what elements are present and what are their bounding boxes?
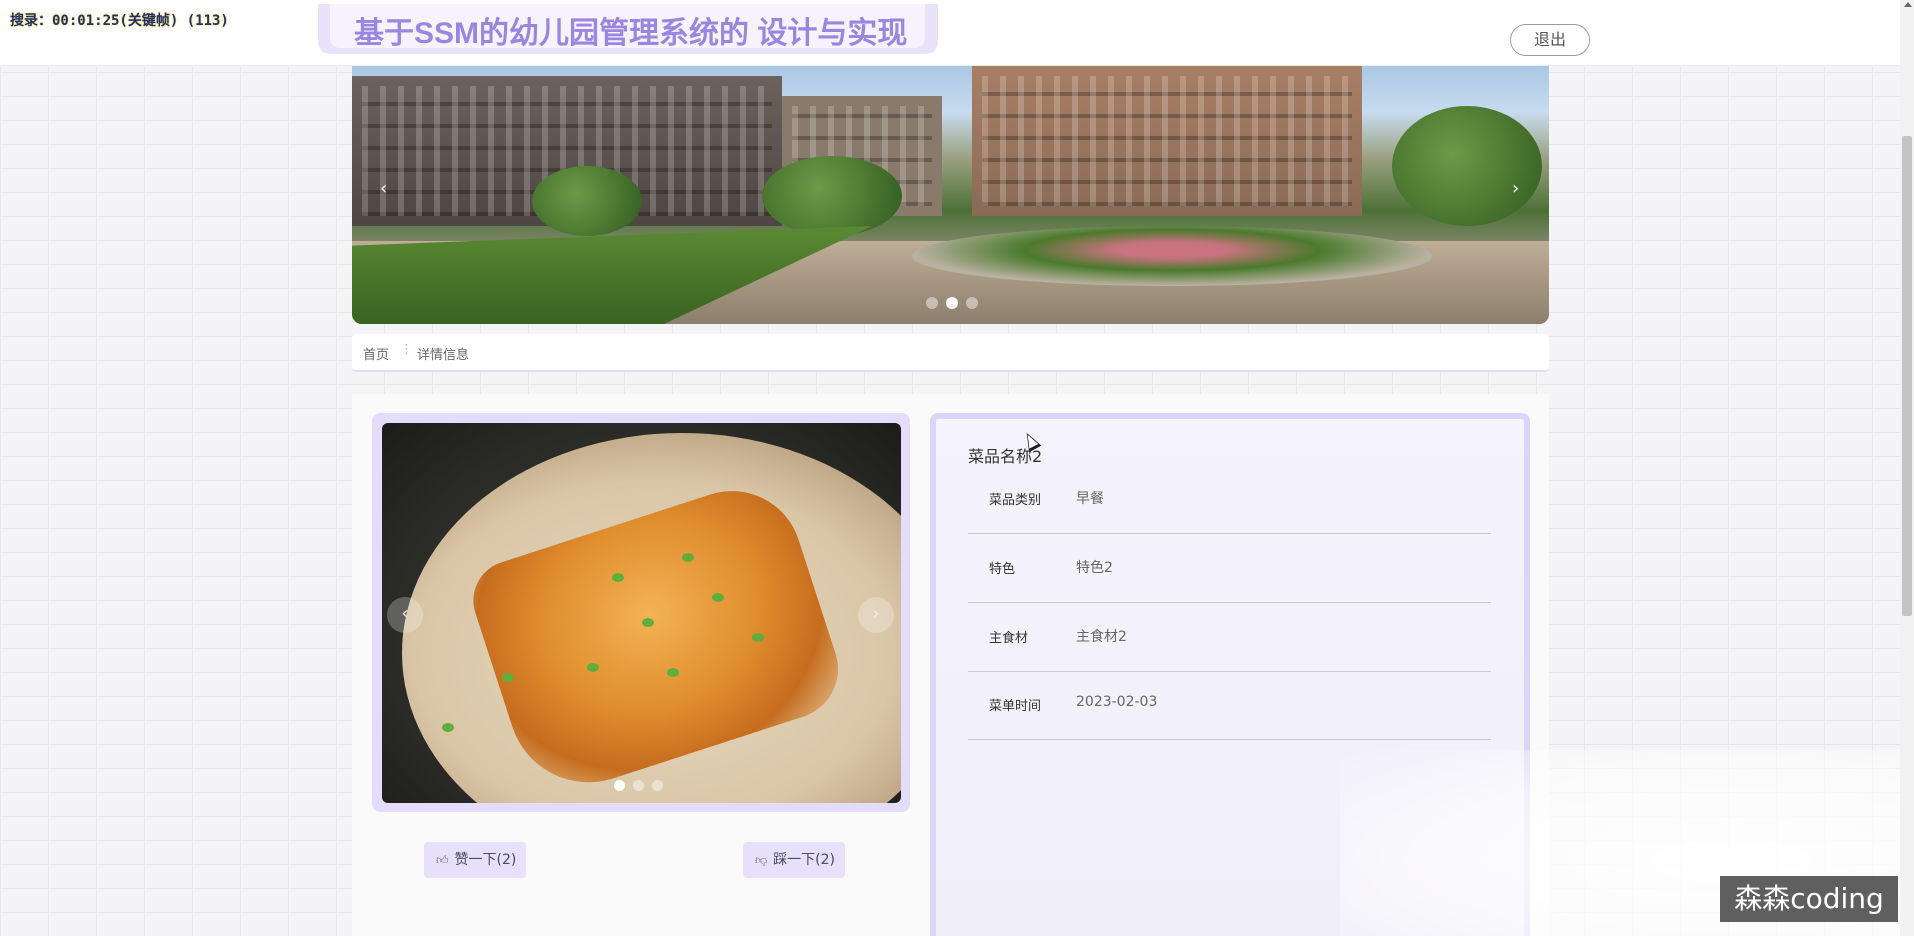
detail-label: 菜单时间 — [989, 699, 1042, 714]
detail-value: 2023-02-03 — [1076, 694, 1158, 710]
gallery-indicators — [614, 780, 663, 791]
dislike-button[interactable]: 👎︎ 踩一下(2) — [743, 842, 846, 878]
gallery-indicator-active[interactable] — [614, 780, 625, 791]
gallery-indicator[interactable] — [652, 780, 663, 791]
banner-indicator[interactable] — [966, 297, 978, 309]
detail-row: 特色 特色2 — [968, 534, 1491, 603]
detail-row: 主食材 主食材2 — [968, 603, 1491, 672]
garnish — [442, 723, 454, 732]
watermark: 森森coding — [1720, 876, 1898, 922]
gallery-indicator[interactable] — [633, 780, 644, 791]
detail-value: 主食材2 — [1076, 629, 1127, 645]
garnish — [502, 673, 514, 682]
detail-row: 菜品类别 早餐 — [968, 465, 1491, 534]
breadcrumb-separator-icon: ⋮ — [400, 342, 413, 357]
like-button[interactable]: 👍︎ 赞一下(2) — [424, 842, 527, 878]
dislike-label: 踩一下(2) — [773, 852, 836, 868]
breadcrumb: 首页 ⋮ 详情信息 — [352, 334, 1549, 372]
detail-label: 特色 — [989, 562, 1016, 577]
thumbs-down-icon: 👎︎ — [755, 853, 768, 867]
hero-carousel: ‹ › — [352, 66, 1549, 324]
banner-tree — [1392, 106, 1542, 226]
garnish — [682, 553, 694, 562]
banner-flower-bed — [912, 226, 1432, 286]
title-frame: 基于SSM的幼儿园管理系统的 设计与实现 — [318, 4, 938, 54]
top-bar: 搜录：00:01:25(关键帧) (113) 基于SSM的幼儿园管理系统的 设计… — [0, 0, 1900, 66]
garnish — [752, 633, 764, 642]
dish-image — [382, 423, 901, 803]
banner-building-right — [972, 66, 1362, 216]
garnish — [642, 618, 654, 627]
breadcrumb-home-link[interactable]: 首页 — [363, 344, 389, 363]
gallery-prev-arrow[interactable]: ‹ — [387, 597, 423, 633]
detail-value: 早餐 — [1076, 491, 1104, 507]
title-inner: 基于SSM的幼儿园管理系统的 设计与实现 — [330, 4, 925, 50]
gallery-next-arrow[interactable]: › — [858, 597, 894, 633]
detail-value: 特色2 — [1076, 560, 1113, 576]
banner-prev-arrow[interactable]: ‹ — [380, 178, 387, 199]
breadcrumb-current: 详情信息 — [417, 348, 470, 363]
logout-button[interactable]: 退出 — [1510, 24, 1590, 56]
garnish — [612, 573, 624, 582]
garnish — [712, 593, 724, 602]
detail-row: 菜单时间 2023-02-03 — [968, 671, 1491, 740]
banner-indicator-active[interactable] — [946, 297, 958, 309]
banner-tree — [762, 156, 902, 236]
banner-tree — [532, 166, 642, 236]
scroll-up-arrow-icon[interactable] — [1904, 2, 1912, 7]
banner-next-arrow[interactable]: › — [1512, 178, 1519, 199]
site-title: 基于SSM的幼儿园管理系统的 设计与实现 — [354, 17, 908, 50]
scrollbar-thumb[interactable] — [1902, 136, 1912, 616]
thumbs-up-icon: 👍︎ — [436, 853, 449, 867]
garnish — [587, 663, 599, 672]
like-label: 赞一下(2) — [454, 852, 517, 868]
recorder-overlay-text: 搜录：00:01:25(关键帧) (113) — [10, 13, 229, 29]
banner-indicators — [926, 297, 978, 309]
detail-label: 主食材 — [989, 631, 1029, 646]
detail-label: 菜品类别 — [989, 493, 1042, 508]
garnish — [667, 668, 679, 677]
banner-indicator[interactable] — [926, 297, 938, 309]
